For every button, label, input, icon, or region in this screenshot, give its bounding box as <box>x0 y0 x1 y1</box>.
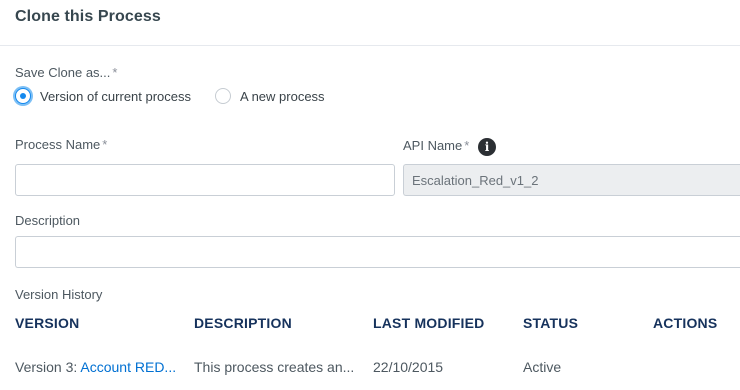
status-cell: Active <box>523 359 562 375</box>
api-name-input[interactable] <box>403 164 740 196</box>
column-header-actions[interactable]: ACTIONS <box>653 315 717 331</box>
modal-title: Clone this Process <box>15 8 161 25</box>
last-modified-cell: 22/10/2015 <box>373 359 444 375</box>
radio-unchecked-icon[interactable] <box>215 88 231 104</box>
radio-version-current[interactable]: Version of current process <box>15 86 191 106</box>
column-header-version[interactable]: VERSION <box>15 315 79 331</box>
api-name-label: API Name * <box>403 138 470 153</box>
modal-header: Clone this Process <box>0 0 740 46</box>
radio-new-process-label: A new process <box>240 88 325 104</box>
version-cell: Version 3: Account RED... <box>15 359 177 375</box>
description-cell: This process creates an... <box>194 359 355 375</box>
radio-new-process[interactable]: A new process <box>215 86 325 106</box>
radio-checked-icon[interactable] <box>15 88 31 104</box>
process-name-label: Process Name * <box>15 137 108 152</box>
column-header-status[interactable]: STATUS <box>523 315 578 331</box>
description-label: Description <box>15 213 81 228</box>
info-icon[interactable]: i <box>478 138 496 156</box>
column-header-description[interactable]: DESCRIPTION <box>194 315 292 331</box>
version-history-label: Version History <box>15 287 103 302</box>
version-link[interactable]: Account RED... <box>80 359 176 375</box>
save-clone-label: Save Clone as... * <box>15 65 118 80</box>
column-header-last-modified[interactable]: LAST MODIFIED <box>373 315 484 331</box>
description-input[interactable] <box>15 236 740 268</box>
radio-version-current-label: Version of current process <box>40 88 192 104</box>
process-name-input[interactable] <box>15 164 395 196</box>
